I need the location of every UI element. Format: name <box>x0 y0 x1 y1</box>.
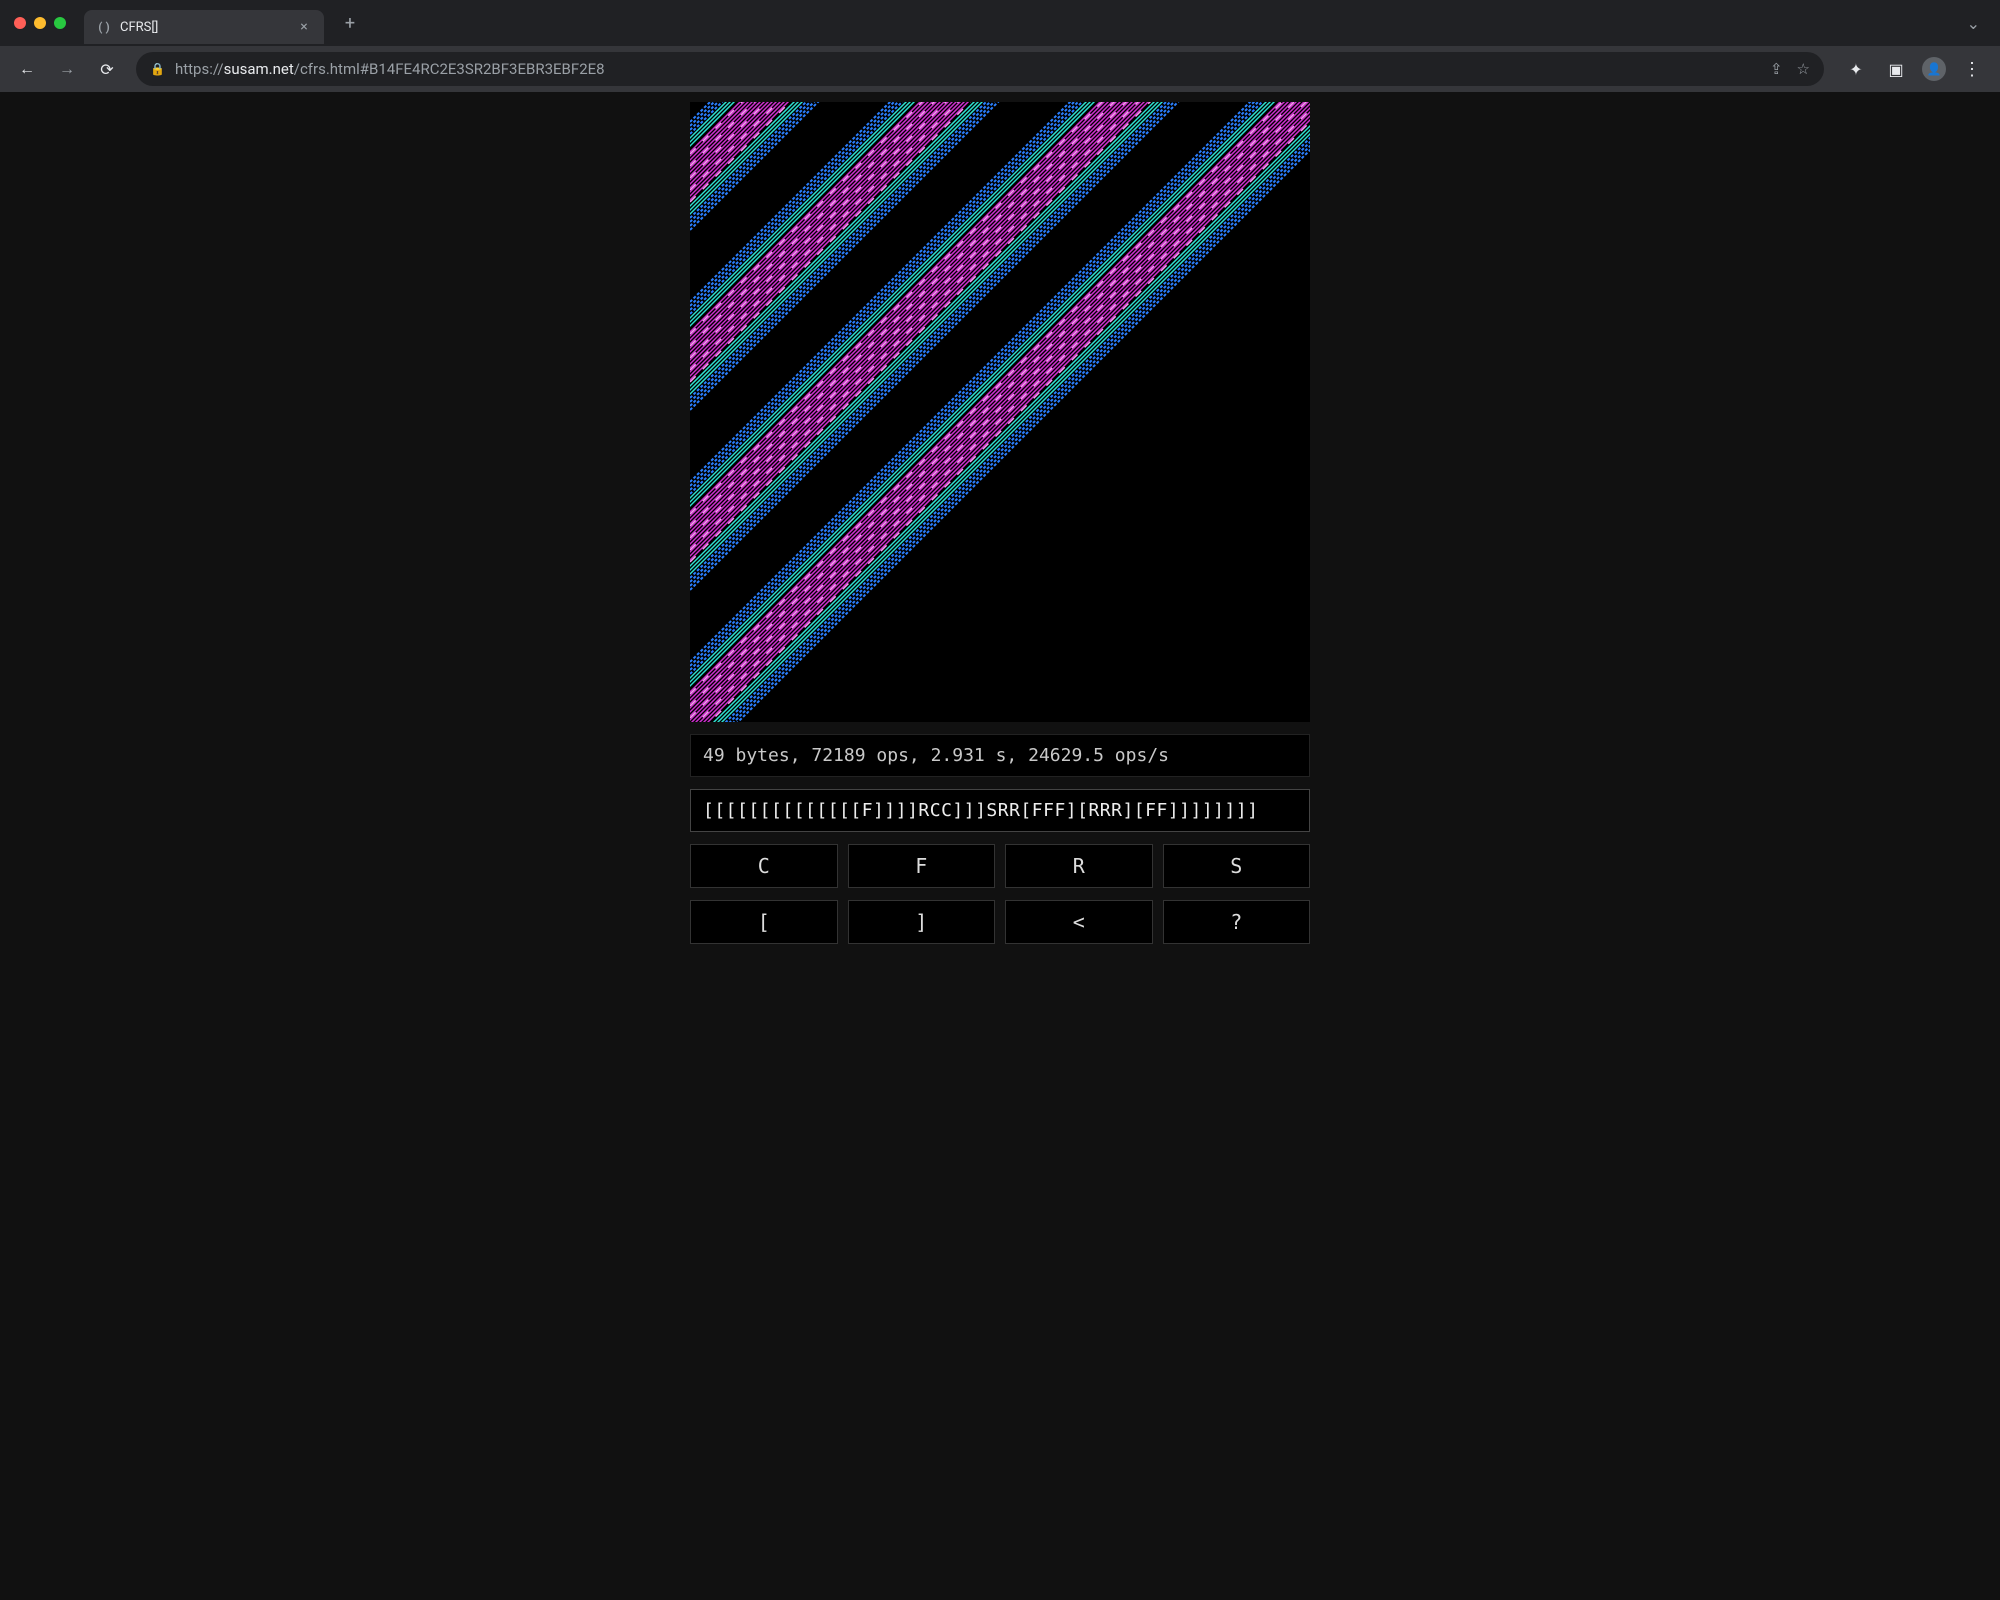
url-host: susam.net <box>224 60 294 78</box>
window-minimize-icon[interactable] <box>34 17 46 29</box>
drawing-canvas <box>690 102 1310 722</box>
url-path: /cfrs.html#B14FE4RC2E3SR2BF3EBR3EBF2E8 <box>294 60 605 78</box>
window-close-icon[interactable] <box>14 17 26 29</box>
cmd-close-bracket-button[interactable]: ] <box>848 900 996 944</box>
back-button[interactable]: ← <box>10 52 44 86</box>
window-zoom-icon[interactable] <box>54 17 66 29</box>
cmd-c-button[interactable]: C <box>690 844 838 888</box>
side-panel-icon[interactable]: ▣ <box>1882 55 1910 83</box>
cfrs-app: 49 bytes, 72189 ops, 2.931 s, 24629.5 op… <box>690 102 1310 1600</box>
code-input[interactable]: [[[[[[[[[[[[[[F]]]]RCC]]]SRR[FFF][RRR][F… <box>690 789 1310 832</box>
share-icon[interactable]: ⇪ <box>1770 60 1783 78</box>
avatar-glyph: 👤 <box>1927 62 1942 76</box>
tab-favicon-icon: ( ) <box>96 19 112 35</box>
browser-tab[interactable]: ( ) CFRS[] × <box>84 10 324 44</box>
bookmark-star-icon[interactable]: ☆ <box>1797 60 1810 78</box>
arrow-right-icon: → <box>59 59 75 79</box>
extensions-icon[interactable]: ✦ <box>1842 55 1870 83</box>
browser-chrome: ( ) CFRS[] × + ⌄ ← → ⟳ 🔒 https://susam.n… <box>0 0 2000 92</box>
command-button-row-2: [ ] < ? <box>690 900 1310 944</box>
cmd-s-button[interactable]: S <box>1163 844 1311 888</box>
window-controls <box>14 17 66 29</box>
browser-toolbar: ← → ⟳ 🔒 https://susam.net/cfrs.html#B14F… <box>0 46 2000 92</box>
kebab-menu-icon[interactable]: ⋮ <box>1958 55 1986 83</box>
forward-button[interactable]: → <box>50 52 84 86</box>
new-tab-button[interactable]: + <box>336 9 364 37</box>
tab-close-icon[interactable]: × <box>296 19 312 35</box>
url-scheme: https:// <box>175 60 224 78</box>
url-text: https://susam.net/cfrs.html#B14FE4RC2E3S… <box>175 60 1760 78</box>
arrow-left-icon: ← <box>19 59 35 79</box>
profile-avatar-icon[interactable]: 👤 <box>1922 57 1946 81</box>
cmd-help-button[interactable]: ? <box>1163 900 1311 944</box>
address-bar[interactable]: 🔒 https://susam.net/cfrs.html#B14FE4RC2E… <box>136 52 1824 86</box>
status-bar: 49 bytes, 72189 ops, 2.931 s, 24629.5 op… <box>690 734 1310 777</box>
cmd-f-button[interactable]: F <box>848 844 996 888</box>
page-viewport: 49 bytes, 72189 ops, 2.931 s, 24629.5 op… <box>0 92 2000 1600</box>
command-button-row-1: C F R S <box>690 844 1310 888</box>
cmd-r-button[interactable]: R <box>1005 844 1153 888</box>
cmd-open-bracket-button[interactable]: [ <box>690 900 838 944</box>
reload-icon: ⟳ <box>100 60 113 79</box>
tab-list-chevron-icon[interactable]: ⌄ <box>1961 8 1986 39</box>
reload-button[interactable]: ⟳ <box>90 52 124 86</box>
tab-title: CFRS[] <box>120 20 288 35</box>
lock-icon: 🔒 <box>150 62 165 76</box>
tab-strip: ( ) CFRS[] × + ⌄ <box>0 0 2000 46</box>
cmd-undo-button[interactable]: < <box>1005 900 1153 944</box>
